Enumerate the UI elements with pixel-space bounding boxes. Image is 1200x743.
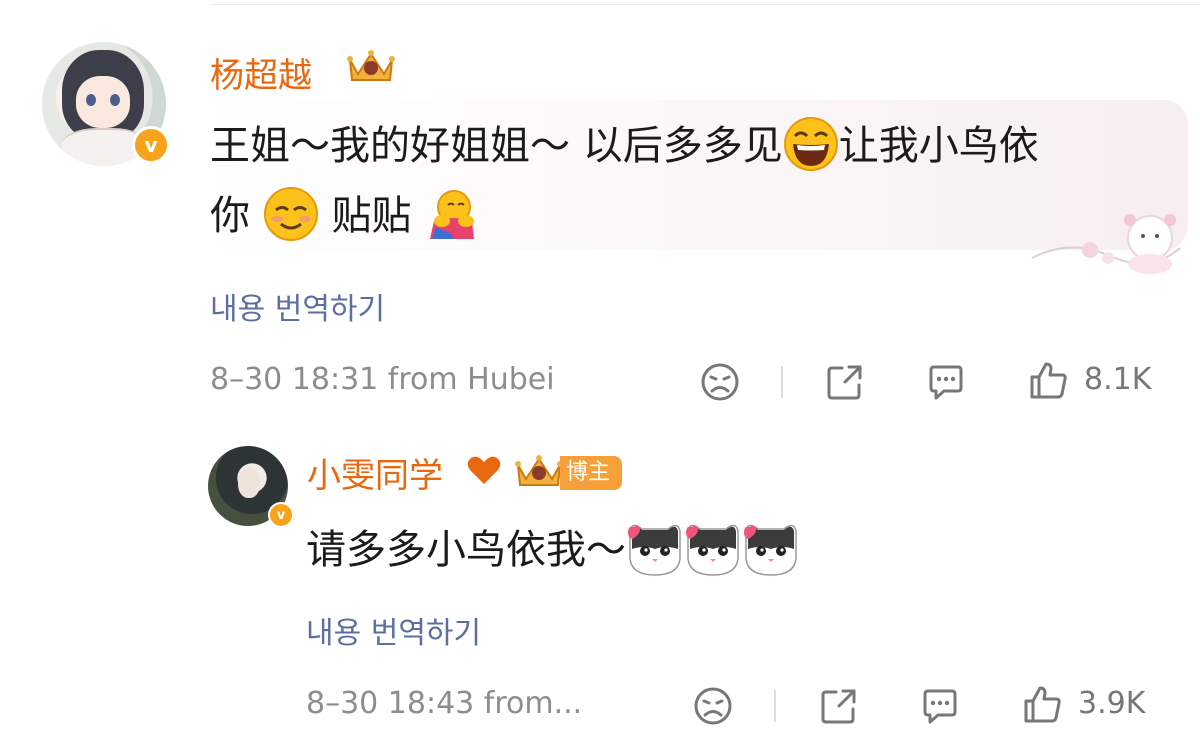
like-count-1: 8.1K (1084, 362, 1152, 397)
comment-text-segment: 贴贴 (331, 193, 412, 239)
avatar-user-1[interactable]: v (42, 42, 170, 166)
action-divider (774, 690, 776, 722)
cat-emoji (628, 524, 681, 576)
comment-text-2: 请多多小鸟依我～ (306, 512, 800, 588)
comment-text-segment: 请多多小鸟依我～ (306, 527, 626, 573)
sheep-decoration (1031, 214, 1181, 274)
verified-v-icon: v (132, 126, 170, 164)
comment-icon[interactable] (926, 362, 966, 402)
share-icon[interactable] (819, 686, 859, 726)
dislike-face-icon[interactable] (700, 362, 740, 402)
action-divider (781, 366, 783, 398)
top-divider (210, 4, 1200, 5)
share-icon[interactable] (825, 362, 865, 402)
comment-icon[interactable] (920, 686, 960, 726)
dislike-face-icon[interactable] (693, 686, 733, 726)
like-icon[interactable] (1022, 684, 1062, 724)
comment-meta-2: 8–30 18:43 from... (306, 686, 583, 721)
hug-emoji (430, 190, 475, 239)
blogger-badge: 博主 (560, 456, 623, 490)
crown-icon (347, 50, 395, 81)
comment-text-segment: 让我小鸟依 (838, 123, 1039, 169)
smiling-emoji (263, 187, 318, 241)
translate-link-1[interactable]: 내용 번역하기 (210, 284, 385, 328)
translate-link-2[interactable]: 내용 번역하기 (306, 608, 481, 652)
avatar-user-2[interactable]: v (208, 446, 294, 528)
username-1[interactable]: 杨超越 (210, 48, 312, 97)
verified-v-icon: v (268, 502, 294, 528)
heart-icon (467, 456, 501, 484)
like-count-2: 3.9K (1078, 686, 1146, 721)
comment-text-1-line2: 你 贴贴 (210, 178, 478, 254)
comment-meta-1: 8–30 18:31 from Hubei (210, 362, 555, 397)
comment-text-1-line1: 王姐～我的好姐姐～ 以后多多见 让我小鸟依 (210, 108, 1039, 184)
username-2[interactable]: 小雯同学 (307, 448, 443, 497)
crown-icon (515, 455, 563, 486)
comment-text-segment: 王姐～我的好姐姐～ 以后多多见 (210, 123, 783, 169)
cat-emoji (744, 524, 797, 576)
cat-emoji (686, 524, 739, 576)
comment-text-segment: 你 (210, 193, 250, 239)
grinning-emoji (783, 117, 838, 171)
like-icon[interactable] (1028, 360, 1068, 400)
